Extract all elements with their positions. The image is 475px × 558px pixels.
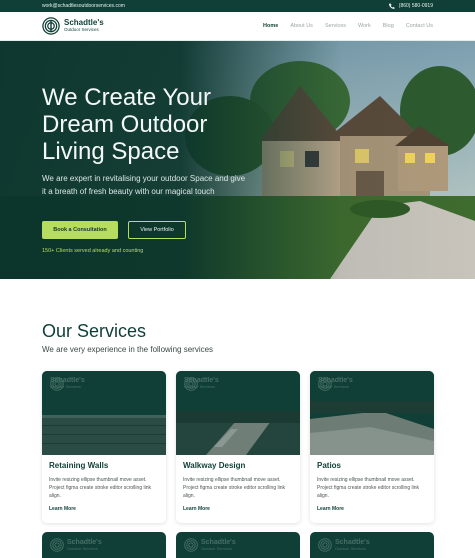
watermark-logo-icon xyxy=(184,377,198,391)
main-nav: Home About Us Services Work Blog Contact… xyxy=(263,23,433,29)
nav-services[interactable]: Services xyxy=(325,23,346,29)
nav-contact-us[interactable]: Contact Us xyxy=(406,23,433,29)
clients-served-note: 150+ Clients served already and counting xyxy=(42,248,144,254)
hero-section: We Create Your Dream Outdoor Living Spac… xyxy=(0,41,475,279)
service-card-retaining-walls[interactable]: Schadtle's Outdoor Services Retaining Wa… xyxy=(42,371,166,523)
book-consultation-button[interactable]: Book a Consultation xyxy=(42,221,118,239)
hero-subheadline: We are expert in revitalising your outdo… xyxy=(42,174,246,196)
contact-phone-number: (860) 580-0919 xyxy=(398,3,433,9)
card-watermark-logo: Schadtle's Outdoor Services xyxy=(184,538,236,552)
service-card-title: Patios xyxy=(317,461,342,470)
service-card-walkway-design[interactable]: Schadtle's Outdoor Services Walkway Desi… xyxy=(176,371,300,523)
service-card-patios[interactable]: Schadtle's Outdoor Services Patios Invit… xyxy=(310,371,434,523)
service-card-partial[interactable]: Schadtle's Outdoor Services xyxy=(310,532,434,558)
service-card-title: Retaining Walls xyxy=(49,461,109,470)
watermark-logo-icon xyxy=(318,538,332,552)
hero-headline: We Create Your Dream Outdoor Living Spac… xyxy=(42,84,211,165)
card-watermark-logo: Schadtle's Outdoor Services xyxy=(318,377,353,391)
brand-logo[interactable]: Schadtle's Outdoor Services xyxy=(42,17,104,35)
brand-name: Schadtle's xyxy=(64,18,104,27)
card-watermark-logo: Schadtle's Outdoor Services xyxy=(318,538,370,552)
service-card-description: Invite resizing ellipse thumbnail move a… xyxy=(49,477,151,499)
watermark-brand-name: Schadtle's xyxy=(335,539,370,546)
concentric-circle-logo-icon xyxy=(42,17,60,35)
view-portfolio-button[interactable]: View Portfolio xyxy=(128,221,186,239)
card-watermark-logo: Schadtle's Outdoor Services xyxy=(184,377,219,391)
watermark-logo-icon xyxy=(50,538,64,552)
watermark-brand-tagline: Outdoor Services xyxy=(335,546,366,551)
service-card-partial[interactable]: Schadtle's Outdoor Services xyxy=(176,532,300,558)
phone-icon xyxy=(388,3,395,9)
service-card-partial[interactable]: Schadtle's Outdoor Services xyxy=(42,532,166,558)
learn-more-link[interactable]: Learn More xyxy=(317,506,344,512)
nav-home[interactable]: Home xyxy=(263,23,278,29)
services-subtitle: We are very experience in the following … xyxy=(42,345,214,354)
watermark-logo-icon xyxy=(318,377,332,391)
learn-more-link[interactable]: Learn More xyxy=(49,506,76,512)
watermark-brand-name: Schadtle's xyxy=(67,539,102,546)
learn-more-link[interactable]: Learn More xyxy=(183,506,210,512)
nav-about-us[interactable]: About Us xyxy=(290,23,313,29)
watermark-brand-tagline: Outdoor Services xyxy=(67,546,98,551)
watermark-brand-tagline: Outdoor Services xyxy=(201,546,232,551)
services-title: Our Services xyxy=(42,321,147,341)
contact-email[interactable]: work@schadtlesoutdoorservices.com xyxy=(42,3,125,9)
card-watermark-logo: Schadtle's Outdoor Services xyxy=(50,538,102,552)
service-card-image: Schadtle's Outdoor Services xyxy=(176,371,300,455)
site-header: Schadtle's Outdoor Services Home About U… xyxy=(0,12,475,41)
top-contact-bar: work@schadtlesoutdoorservices.com (860) … xyxy=(0,0,475,12)
service-card-title: Walkway Design xyxy=(183,461,246,470)
service-card-description: Invite resizing ellipse thumbnail move a… xyxy=(183,477,285,499)
watermark-brand-name: Schadtle's xyxy=(201,539,236,546)
service-card-description: Invite resizing ellipse thumbnail move a… xyxy=(317,477,419,499)
brand-tagline: Outdoor Services xyxy=(64,27,99,32)
watermark-logo-icon xyxy=(50,377,64,391)
contact-phone[interactable]: (860) 580-0919 xyxy=(388,3,433,9)
watermark-logo-icon xyxy=(184,538,198,552)
service-card-image: Schadtle's Outdoor Services xyxy=(42,371,166,455)
nav-blog[interactable]: Blog xyxy=(383,23,394,29)
nav-work[interactable]: Work xyxy=(358,23,371,29)
card-watermark-logo: Schadtle's Outdoor Services xyxy=(50,377,85,391)
service-card-image: Schadtle's Outdoor Services xyxy=(310,371,434,455)
